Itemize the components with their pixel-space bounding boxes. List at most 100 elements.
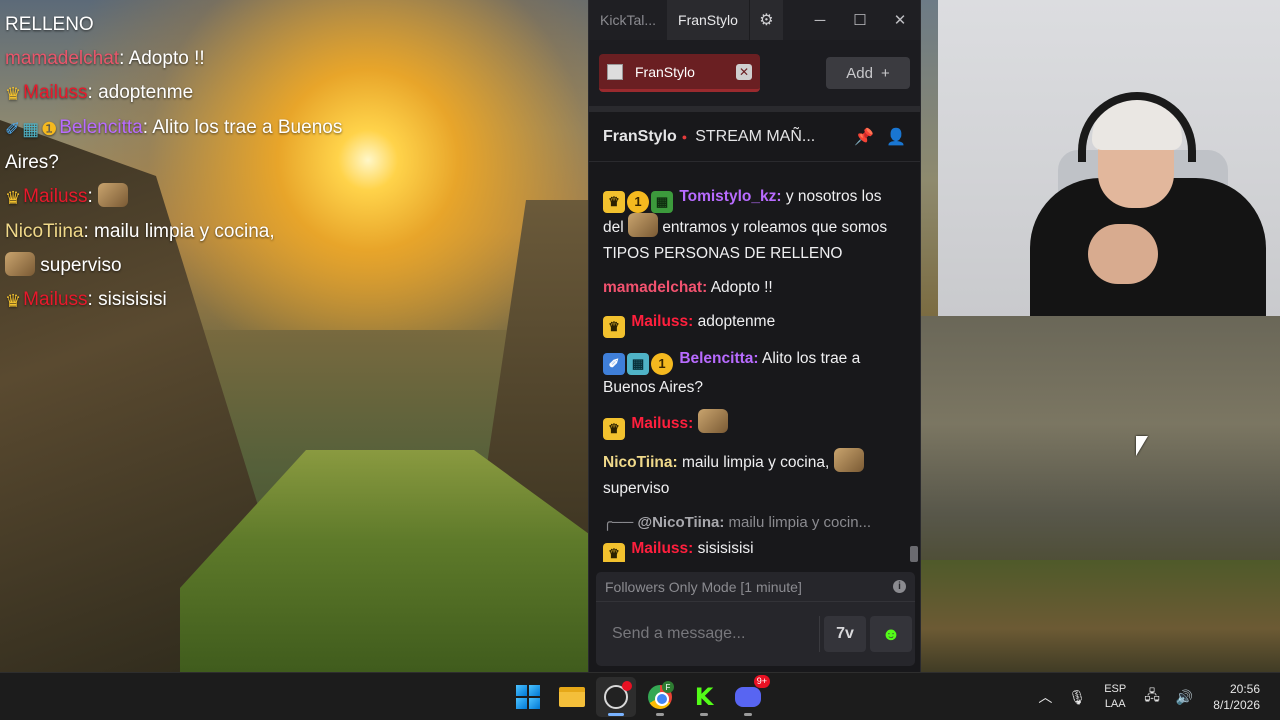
minimize-button[interactable]: ─ <box>800 0 840 40</box>
add-channel-button[interactable]: Add + <box>826 57 910 89</box>
overlay-text: : sisisisisi <box>87 289 167 310</box>
taskbar: F K 9+ ︿ 🎙 ESP LAA 🖧 🔊 20:56 8/1/2026 <box>0 672 1280 720</box>
overlay-line: ♛ Mailuss: <box>5 180 585 215</box>
dog-emote-icon <box>833 448 864 472</box>
wallpaper-village <box>920 560 1280 675</box>
crown-badge-icon: ♛ <box>603 191 625 213</box>
chrome-button[interactable]: F <box>640 677 680 717</box>
tool-icon: ✐ <box>5 119 21 139</box>
live-dot-icon: ● <box>681 131 688 142</box>
sub-badge-icon: 1 <box>651 353 673 375</box>
pepe-emote-icon <box>628 213 658 237</box>
seventv-emote-icon[interactable]: 7v <box>824 616 866 652</box>
file-explorer-button[interactable] <box>552 677 592 717</box>
info-icon[interactable]: i <box>893 580 906 593</box>
chat-username[interactable]: NicoTiina: <box>603 454 678 471</box>
profile-badge: F <box>662 681 674 693</box>
followers-only-mode: Followers Only Mode [1 minute] <box>605 578 802 595</box>
kick-emote-icon[interactable]: ☻ <box>870 616 912 652</box>
mouse-cursor-icon <box>1136 436 1148 456</box>
chevron-up-icon[interactable]: ︿ <box>1030 687 1060 707</box>
overlay-line: ♛ Mailuss: sisisisisi <box>5 283 585 318</box>
lang-layout: LAA <box>1104 698 1126 710</box>
chat-username[interactable]: Mailuss: <box>631 540 693 557</box>
chat-message: ♛ Mailuss: <box>603 409 895 440</box>
reply-preview[interactable]: ╭── @NicoTiina: mailu limpia y cocin... <box>603 510 895 536</box>
obs-button[interactable] <box>596 677 636 717</box>
language-indicator[interactable]: ESP LAA <box>1094 682 1136 712</box>
chat-username[interactable]: mamadelchat: <box>603 279 707 296</box>
system-tray: ︿ 🎙 ESP LAA 🖧 🔊 20:56 8/1/2026 <box>1030 673 1280 720</box>
windows-logo-icon <box>516 685 540 709</box>
channel-tab-franstylo[interactable]: FranStylo ✕ <box>599 54 760 92</box>
overlay-username: Mailuss <box>23 82 88 103</box>
chat-mode-bar: Followers Only Mode [1 minute] i <box>596 572 915 602</box>
chat-username[interactable]: Mailuss: <box>631 415 693 432</box>
window-tab-kicktalk[interactable]: KickTal... <box>589 0 667 40</box>
scroll-thumb[interactable] <box>910 546 918 562</box>
chat-text: superviso <box>603 480 670 497</box>
stream-title: STREAM MAÑ... <box>695 127 816 145</box>
crown-icon: ♛ <box>5 84 22 104</box>
overlay-line: ♛ Mailuss: adoptenme <box>5 76 585 111</box>
discord-icon <box>735 687 761 707</box>
mod-badge-icon: ▦ <box>627 353 649 375</box>
overlay-text: superviso <box>40 255 122 276</box>
start-button[interactable] <box>508 677 548 717</box>
overlay-line: mamadelchat: Adopto !! <box>5 42 585 76</box>
chat-username[interactable]: Mailuss: <box>631 313 693 330</box>
close-button[interactable]: ✕ <box>880 0 920 40</box>
chat-text: adoptenme <box>697 313 776 330</box>
user-icon[interactable]: 👤 <box>886 127 906 147</box>
recording-dot-icon <box>622 681 632 691</box>
chat-message: ♛ 1 ▦ Tomistylo_kz: y nosotros los del ent… <box>603 184 895 267</box>
crown-icon: ♛ <box>5 188 22 208</box>
close-tab-icon[interactable]: ✕ <box>736 63 752 80</box>
crown-badge-icon: ♛ <box>603 543 625 562</box>
channel-tab-label: FranStylo <box>635 63 695 80</box>
dog-emote-icon <box>5 252 35 276</box>
clock-time: 20:56 <box>1229 682 1260 696</box>
chat-scrollbar[interactable] <box>910 170 918 562</box>
obs-icon <box>604 681 632 709</box>
running-indicator <box>744 713 752 716</box>
chat-messages: ♛ 1 ▦ Tomistylo_kz: y nosotros los del ent… <box>589 170 909 562</box>
input-row: 7v ☻ <box>596 602 915 666</box>
chat-username[interactable]: Tomistylo_kz: <box>679 188 781 205</box>
plus-icon: + <box>880 64 890 82</box>
volume-icon[interactable]: 🔊 <box>1168 689 1201 706</box>
sub-badge-icon: ❶ <box>41 119 58 139</box>
message-input[interactable] <box>596 602 819 666</box>
reply-text: mailu limpia y cocin... <box>728 514 872 531</box>
stream-chat-overlay: RELLENO mamadelchat: Adopto !! ♛ Mailuss:… <box>5 8 585 318</box>
channel-bar-actions: 📌 👤 <box>854 127 906 147</box>
chat-username[interactable]: Belencitta: <box>679 350 758 367</box>
chat-message: mamadelchat: Adopto !! <box>603 275 895 301</box>
overlay-text: : <box>87 186 93 207</box>
channel-name[interactable]: FranStylo <box>603 128 677 146</box>
mod-badge-icon: ▦ <box>22 119 40 139</box>
overlay-line: RELLENO <box>5 14 94 35</box>
maximize-button[interactable]: ☐ <box>840 0 880 40</box>
clock[interactable]: 20:56 8/1/2026 <box>1201 681 1280 713</box>
overlay-text: : adoptenme <box>87 82 194 103</box>
gear-icon[interactable]: ⚙ <box>748 0 783 40</box>
microphone-icon[interactable]: 🎙 <box>1060 689 1094 706</box>
channel-avatar-icon <box>607 63 623 80</box>
add-label: Add <box>846 64 873 82</box>
window-tab-franstylo[interactable]: FranStylo <box>667 0 749 40</box>
network-icon[interactable]: 🖧 <box>1136 685 1168 709</box>
kick-button[interactable]: K <box>684 677 724 717</box>
sub-badge-icon: 1 <box>627 191 649 213</box>
discord-button[interactable]: 9+ <box>728 675 770 717</box>
chat-message: ♛ Mailuss: sisisisisi <box>603 536 895 562</box>
chat-message: ✐ ▦ 1 Belencitta: Alito los trae a Buenos … <box>603 346 895 401</box>
clock-date: 8/1/2026 <box>1213 698 1260 712</box>
overlay-username: Belencitta <box>59 117 143 138</box>
notification-badge: 9+ <box>753 675 770 688</box>
pin-icon[interactable]: 📌 <box>854 127 874 147</box>
crown-icon: ♛ <box>5 291 22 311</box>
overlay-text: : mailu limpia y cocina, <box>83 221 275 242</box>
lang-code: ESP <box>1104 683 1127 695</box>
chat-text: sisisisisi <box>697 540 754 557</box>
